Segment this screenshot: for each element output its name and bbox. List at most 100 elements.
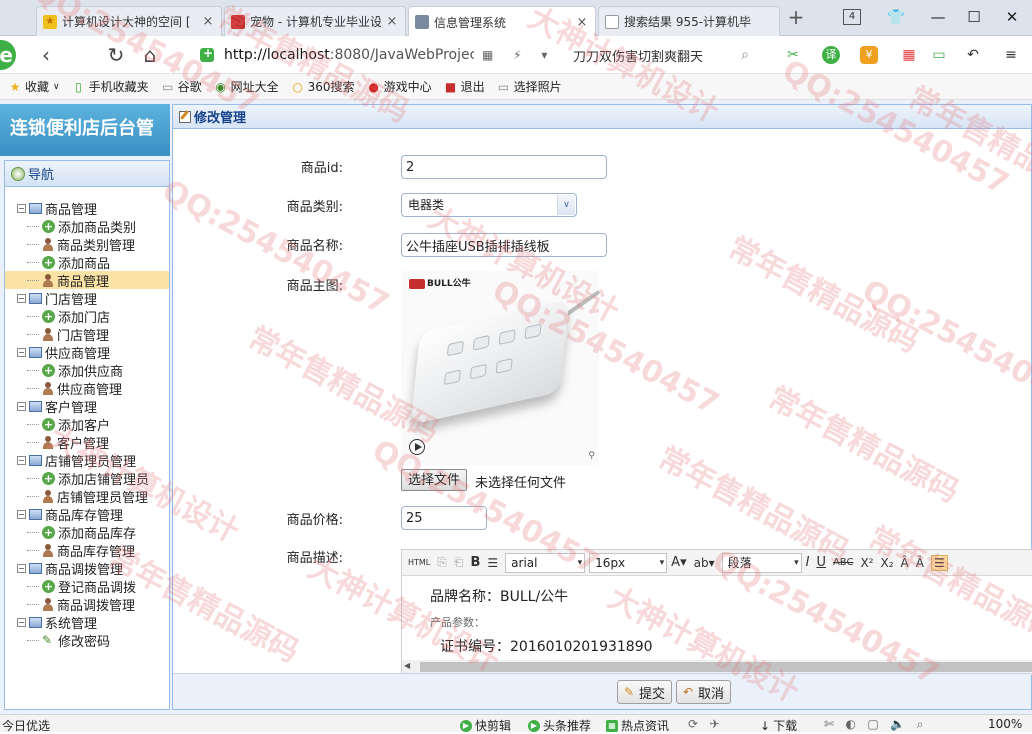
superscript-icon[interactable]: X² [860, 556, 873, 570]
editor-horizontal-scrollbar[interactable]: ◀ [402, 660, 1032, 674]
status-icons[interactable]: ⟳ ✈ [688, 717, 720, 731]
menu-icon[interactable]: ≡ [1002, 46, 1020, 64]
collapse-toggle-icon[interactable]: − [17, 617, 26, 627]
format-icon[interactable]: ☰ [487, 556, 498, 570]
close-window-icon[interactable]: ✕ [1000, 6, 1024, 28]
collapse-toggle-icon[interactable]: − [17, 293, 26, 303]
tree-group-14[interactable]: − 店铺管理员管理 [5, 451, 169, 470]
font-family-select[interactable]: arial [505, 552, 586, 573]
zoom-icon[interactable]: ⚲ [588, 451, 595, 461]
close-icon[interactable]: × [201, 14, 215, 29]
scrollbar-thumb[interactable] [420, 662, 1032, 672]
scroll-left-icon[interactable]: ◀ [404, 661, 410, 670]
bookmark-item[interactable]: ▭ 选择照片 [497, 78, 562, 95]
collapse-toggle-icon[interactable]: − [17, 203, 26, 213]
html-source-button[interactable]: HTML [408, 558, 430, 567]
status-left-text[interactable]: 今日优选 [2, 717, 50, 734]
italic-icon[interactable]: I [806, 555, 810, 570]
rich-text-editor[interactable]: HTML ⎘ ⎗ B ☰ arial 16px A▾ ab▾ 段落 I U AB… [401, 549, 1032, 675]
maximize-icon[interactable]: ☐ [962, 6, 986, 28]
product-id-input[interactable] [401, 155, 607, 179]
choose-file-button[interactable]: 选择文件 [401, 469, 468, 491]
text-style-icon[interactable]: Â [916, 556, 924, 570]
tree-item-12[interactable]: + 添加客户 [5, 415, 169, 434]
tree-item-10[interactable]: 供应商管理 [5, 379, 169, 398]
coupon-icon[interactable]: ¥ [860, 46, 878, 64]
browser-tab[interactable]: 宠物 - 计算机专业毕业设 × [224, 6, 406, 36]
underline-icon[interactable]: U [816, 555, 826, 570]
tree-item-24[interactable]: ✎ 修改密码 [5, 631, 169, 650]
tree-item-9[interactable]: + 添加供应商 [5, 361, 169, 380]
tree-item-19[interactable]: 商品库存管理 [5, 541, 169, 560]
browser-tab[interactable]: ★ 计算机设计大神的空间 [ × [36, 6, 222, 36]
tree-group-17[interactable]: − 商品库存管理 [5, 505, 169, 524]
tree-group-8[interactable]: − 供应商管理 [5, 343, 169, 362]
align-icon[interactable]: ☰ [930, 554, 948, 571]
subscript-icon[interactable]: X₂ [881, 556, 894, 570]
collapse-toggle-icon[interactable]: − [17, 563, 26, 573]
browser-logo-icon[interactable]: e [0, 40, 16, 70]
collapse-toggle-icon[interactable]: − [17, 347, 26, 357]
editor-content[interactable]: 品牌名称：BULL/公牛 产品参数： 证书编号：2016010201931890 [402, 576, 1032, 656]
battery-icon[interactable]: ▭ [930, 46, 948, 64]
tree-item-2[interactable]: 商品类别管理 [5, 235, 169, 254]
url-field[interactable]: http://localhost:8080/JavaWebProjec ▦ ⚡ … [192, 41, 562, 69]
minimize-icon[interactable]: — [926, 6, 950, 28]
tree-group-0[interactable]: − 商品管理 [5, 199, 169, 218]
browser-tab[interactable]: 搜索结果 955-计算机毕 [598, 6, 780, 36]
hot-search-text[interactable]: 刀刀双伤害切割爽翻天 [573, 46, 703, 65]
collapse-toggle-icon[interactable]: − [17, 455, 26, 465]
tree-item-18[interactable]: + 添加商品库存 [5, 523, 169, 542]
undo-icon[interactable]: ↶ [964, 46, 982, 64]
cancel-button[interactable]: ↶ 取消 [676, 680, 732, 704]
tree-item-7[interactable]: 门店管理 [5, 325, 169, 344]
close-icon[interactable]: × [385, 14, 399, 29]
submit-button[interactable]: ✎ 提交 [617, 680, 673, 704]
font-size-select[interactable]: 16px [589, 552, 668, 573]
close-icon[interactable]: × [575, 15, 589, 30]
product-name-input[interactable] [401, 233, 607, 257]
status-item[interactable]: ▦ 热点资讯 [606, 717, 669, 734]
bookmark-item[interactable]: ■ 退出 [444, 78, 485, 95]
paste-icon[interactable]: ⎗ [454, 555, 464, 570]
bold-icon[interactable]: B [470, 555, 480, 570]
collapse-toggle-icon[interactable]: − [17, 401, 26, 411]
home-icon[interactable]: ⌂ [138, 43, 162, 67]
zoom-level[interactable]: 100% [988, 717, 1022, 731]
paragraph-select[interactable]: 段落 [721, 552, 802, 573]
font-color-icon[interactable]: A▾ [671, 555, 686, 570]
bookmark-item[interactable]: ▭ 谷歌 [161, 78, 202, 95]
product-category-select[interactable]: 电器类 ∨ [401, 193, 577, 217]
highlight-icon[interactable]: ab▾ [694, 556, 715, 570]
tree-item-13[interactable]: 客户管理 [5, 433, 169, 452]
translate-icon[interactable]: 译 [822, 46, 840, 64]
tree-item-15[interactable]: + 添加店铺管理员 [5, 469, 169, 488]
collapse-toggle-icon[interactable]: − [17, 509, 26, 519]
bookmark-item[interactable]: ○ 360搜索 [291, 78, 354, 95]
bookmark-item[interactable]: ● 游戏中心 [367, 78, 431, 95]
status-icons[interactable]: ✄ ◐ ▢ 🔈 ⌕ [824, 717, 923, 732]
tab-count-badge[interactable]: 4 [843, 9, 861, 25]
tree-item-4[interactable]: 商品管理 [5, 271, 169, 290]
tree-group-20[interactable]: − 商品调拨管理 [5, 559, 169, 578]
bookmark-item[interactable]: ◉ 网址大全 [214, 78, 278, 95]
status-item[interactable]: ▶ 头条推荐 [528, 717, 591, 734]
scissors-icon[interactable]: ✂ [784, 46, 802, 64]
tree-group-5[interactable]: − 门店管理 [5, 289, 169, 308]
play-icon[interactable] [409, 439, 425, 455]
status-item[interactable]: ↓ 下载 [760, 717, 797, 734]
tree-item-6[interactable]: + 添加门店 [5, 307, 169, 326]
tree-item-21[interactable]: + 登记商品调拨 [5, 577, 169, 596]
browser-tab-active[interactable]: 信息管理系统 × [408, 6, 596, 37]
shirt-icon[interactable]: 👕 [884, 6, 908, 28]
bookmark-item[interactable]: ▯ 手机收藏夹 [72, 78, 148, 95]
search-icon[interactable]: ⌕ [736, 46, 754, 64]
back-icon[interactable]: ‹ [34, 43, 58, 67]
apps-grid-icon[interactable]: ▦ [900, 46, 918, 64]
product-price-input[interactable] [401, 506, 487, 530]
tree-group-23[interactable]: − 系统管理 [5, 613, 169, 632]
tree-item-3[interactable]: + 添加商品 [5, 253, 169, 272]
url-actions-icon[interactable]: ▦ ⚡ ▾ [482, 48, 555, 62]
new-tab-button[interactable]: + [786, 7, 806, 28]
tree-group-11[interactable]: − 客户管理 [5, 397, 169, 416]
